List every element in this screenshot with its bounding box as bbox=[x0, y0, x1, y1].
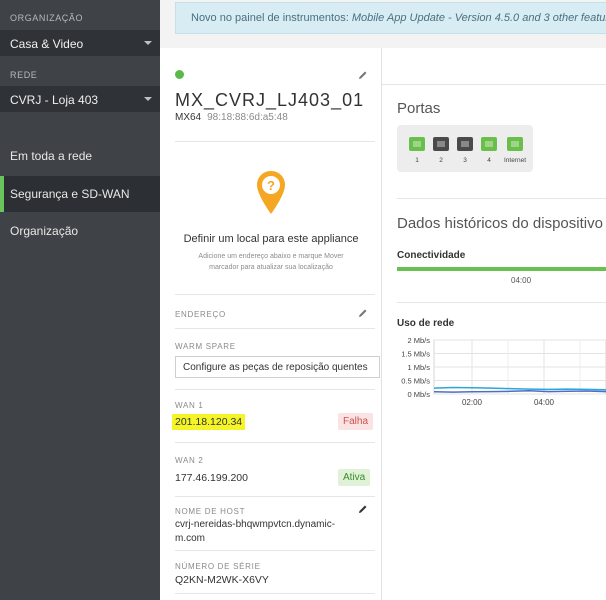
device-model-line: MX64 98:18:88:6d:a5:48 bbox=[175, 112, 288, 123]
wan1-status-badge: Falha bbox=[338, 413, 374, 430]
serial-label: NÚMERO DE SÉRIE bbox=[175, 562, 261, 571]
port-2-icon[interactable] bbox=[433, 137, 449, 151]
divider bbox=[175, 442, 375, 443]
wan1-ip: 201.18.120.34 bbox=[172, 414, 246, 430]
divider bbox=[175, 141, 375, 142]
port-label: 1 bbox=[415, 157, 419, 164]
x-tick-label: 04:00 bbox=[534, 398, 555, 407]
x-tick-label: 02:00 bbox=[462, 398, 483, 407]
nav-organization[interactable]: Organização bbox=[0, 213, 160, 249]
divider bbox=[175, 389, 375, 390]
device-model: MX64 bbox=[175, 112, 202, 123]
device-mac: 98:18:88:6d:a5:48 bbox=[207, 112, 288, 123]
hostname-line1: cvrj-nereidas-bhqwmpvtcn.dynamic- bbox=[175, 519, 336, 530]
network-label: REDE bbox=[10, 70, 38, 80]
y-tick-label: 0 Mb/s bbox=[407, 390, 430, 399]
ports-title: Portas bbox=[397, 100, 441, 117]
wan2-status-badge: Ativa bbox=[338, 469, 371, 486]
wan1-ip-value: 201.18.120.34 bbox=[172, 414, 246, 430]
nav-security-sdwan[interactable]: Segurança e SD-WAN bbox=[0, 176, 160, 212]
divider bbox=[175, 550, 375, 551]
serial-number: Q2KN-M2WK-X6VY bbox=[175, 574, 269, 586]
port-label: 2 bbox=[439, 157, 443, 164]
configure-warm-spare-button[interactable]: Configure as peças de reposição quentes bbox=[175, 356, 380, 378]
divider bbox=[175, 496, 375, 497]
address-label: ENDEREÇO bbox=[175, 310, 226, 319]
location-description: Adicione um endereço abaixo e marque Mov… bbox=[198, 253, 344, 271]
network-select[interactable]: CVRJ - Loja 403 bbox=[0, 86, 160, 112]
nav-label: Organização bbox=[10, 224, 79, 238]
usage-label: Uso de rede bbox=[397, 318, 455, 329]
banner-prefix: Novo no painel de instrumentos: bbox=[191, 12, 349, 24]
edit-address-pencil-icon[interactable] bbox=[358, 308, 368, 318]
chevron-down-icon bbox=[144, 41, 152, 45]
divider bbox=[175, 294, 375, 295]
divider bbox=[175, 593, 375, 594]
hostname-line2: m.com bbox=[175, 533, 205, 544]
wan1-label: WAN 1 bbox=[175, 401, 204, 410]
port-4-icon[interactable] bbox=[481, 137, 497, 151]
usage-chart: 2 Mb/s 1.5 Mb/s 1 Mb/s 0.5 Mb/s 0 Mb/s 02:00 0… bbox=[401, 336, 606, 407]
edit-hostname-pencil-icon[interactable] bbox=[358, 504, 368, 514]
device-card: MX_CVRJ_LJ403_01 MX64 98:18:88:6d:a5:48 ?… bbox=[160, 48, 382, 600]
nav-network-wide[interactable]: Em toda a rede bbox=[0, 138, 160, 174]
history-title: Dados históricos do dispositivo bbox=[397, 215, 603, 232]
org-select[interactable]: Casa & Video bbox=[0, 30, 160, 56]
port-label: 4 bbox=[487, 157, 491, 164]
location-title: Definir um local para este appliance bbox=[183, 233, 359, 245]
port-label: 3 bbox=[463, 157, 467, 164]
ports-panel: 1 2 3 4 Internet bbox=[397, 125, 533, 172]
y-tick-label: 2 Mb/s bbox=[407, 336, 430, 345]
org-select-value: Casa & Video bbox=[10, 37, 84, 51]
wan2-ip: 177.46.199.200 bbox=[175, 472, 248, 484]
wan2-label: WAN 2 bbox=[175, 456, 204, 465]
y-tick-label: 1 Mb/s bbox=[407, 363, 430, 372]
divider bbox=[397, 198, 606, 199]
hostname-label: NOME DE HOST bbox=[175, 507, 246, 516]
banner-update-link[interactable]: Mobile App Update - Version 4.5.0 and 3 … bbox=[352, 12, 606, 24]
connectivity-bar bbox=[397, 267, 606, 271]
y-tick-label: 1.5 Mb/s bbox=[401, 350, 430, 359]
right-panel: Portas 1 2 3 4 Internet Dados históricos… bbox=[382, 48, 606, 600]
nav-label: Em toda a rede bbox=[10, 149, 93, 163]
connectivity-label: Conectividade bbox=[397, 250, 466, 261]
y-tick-label: 0.5 Mb/s bbox=[401, 377, 430, 386]
svg-text:?: ? bbox=[267, 178, 275, 193]
status-dot bbox=[175, 70, 184, 79]
port-internet-icon[interactable] bbox=[507, 137, 523, 151]
divider bbox=[397, 302, 606, 303]
announcement-banner[interactable]: Novo no painel de instrumentos: Mobile A… bbox=[175, 2, 606, 34]
location-pin-icon: ? bbox=[257, 171, 285, 214]
device-name: MX_CVRJ_LJ403_01 bbox=[175, 90, 365, 110]
port-label: Internet bbox=[503, 157, 527, 164]
chevron-down-icon bbox=[144, 97, 152, 101]
connectivity-tick: 04:00 bbox=[511, 276, 532, 285]
sidebar: ORGANIZAÇÃO Casa & Video REDE CVRJ - Loj… bbox=[0, 0, 160, 600]
nav-label: Segurança e SD-WAN bbox=[10, 187, 130, 201]
org-label: ORGANIZAÇÃO bbox=[10, 13, 84, 23]
port-3-icon[interactable] bbox=[457, 137, 473, 151]
port-1-icon[interactable] bbox=[409, 137, 425, 151]
warm-spare-label: WARM SPARE bbox=[175, 342, 236, 351]
edit-name-pencil-icon[interactable] bbox=[358, 70, 368, 80]
network-select-value: CVRJ - Loja 403 bbox=[10, 93, 99, 107]
divider bbox=[175, 328, 375, 329]
top-strip bbox=[382, 48, 606, 85]
